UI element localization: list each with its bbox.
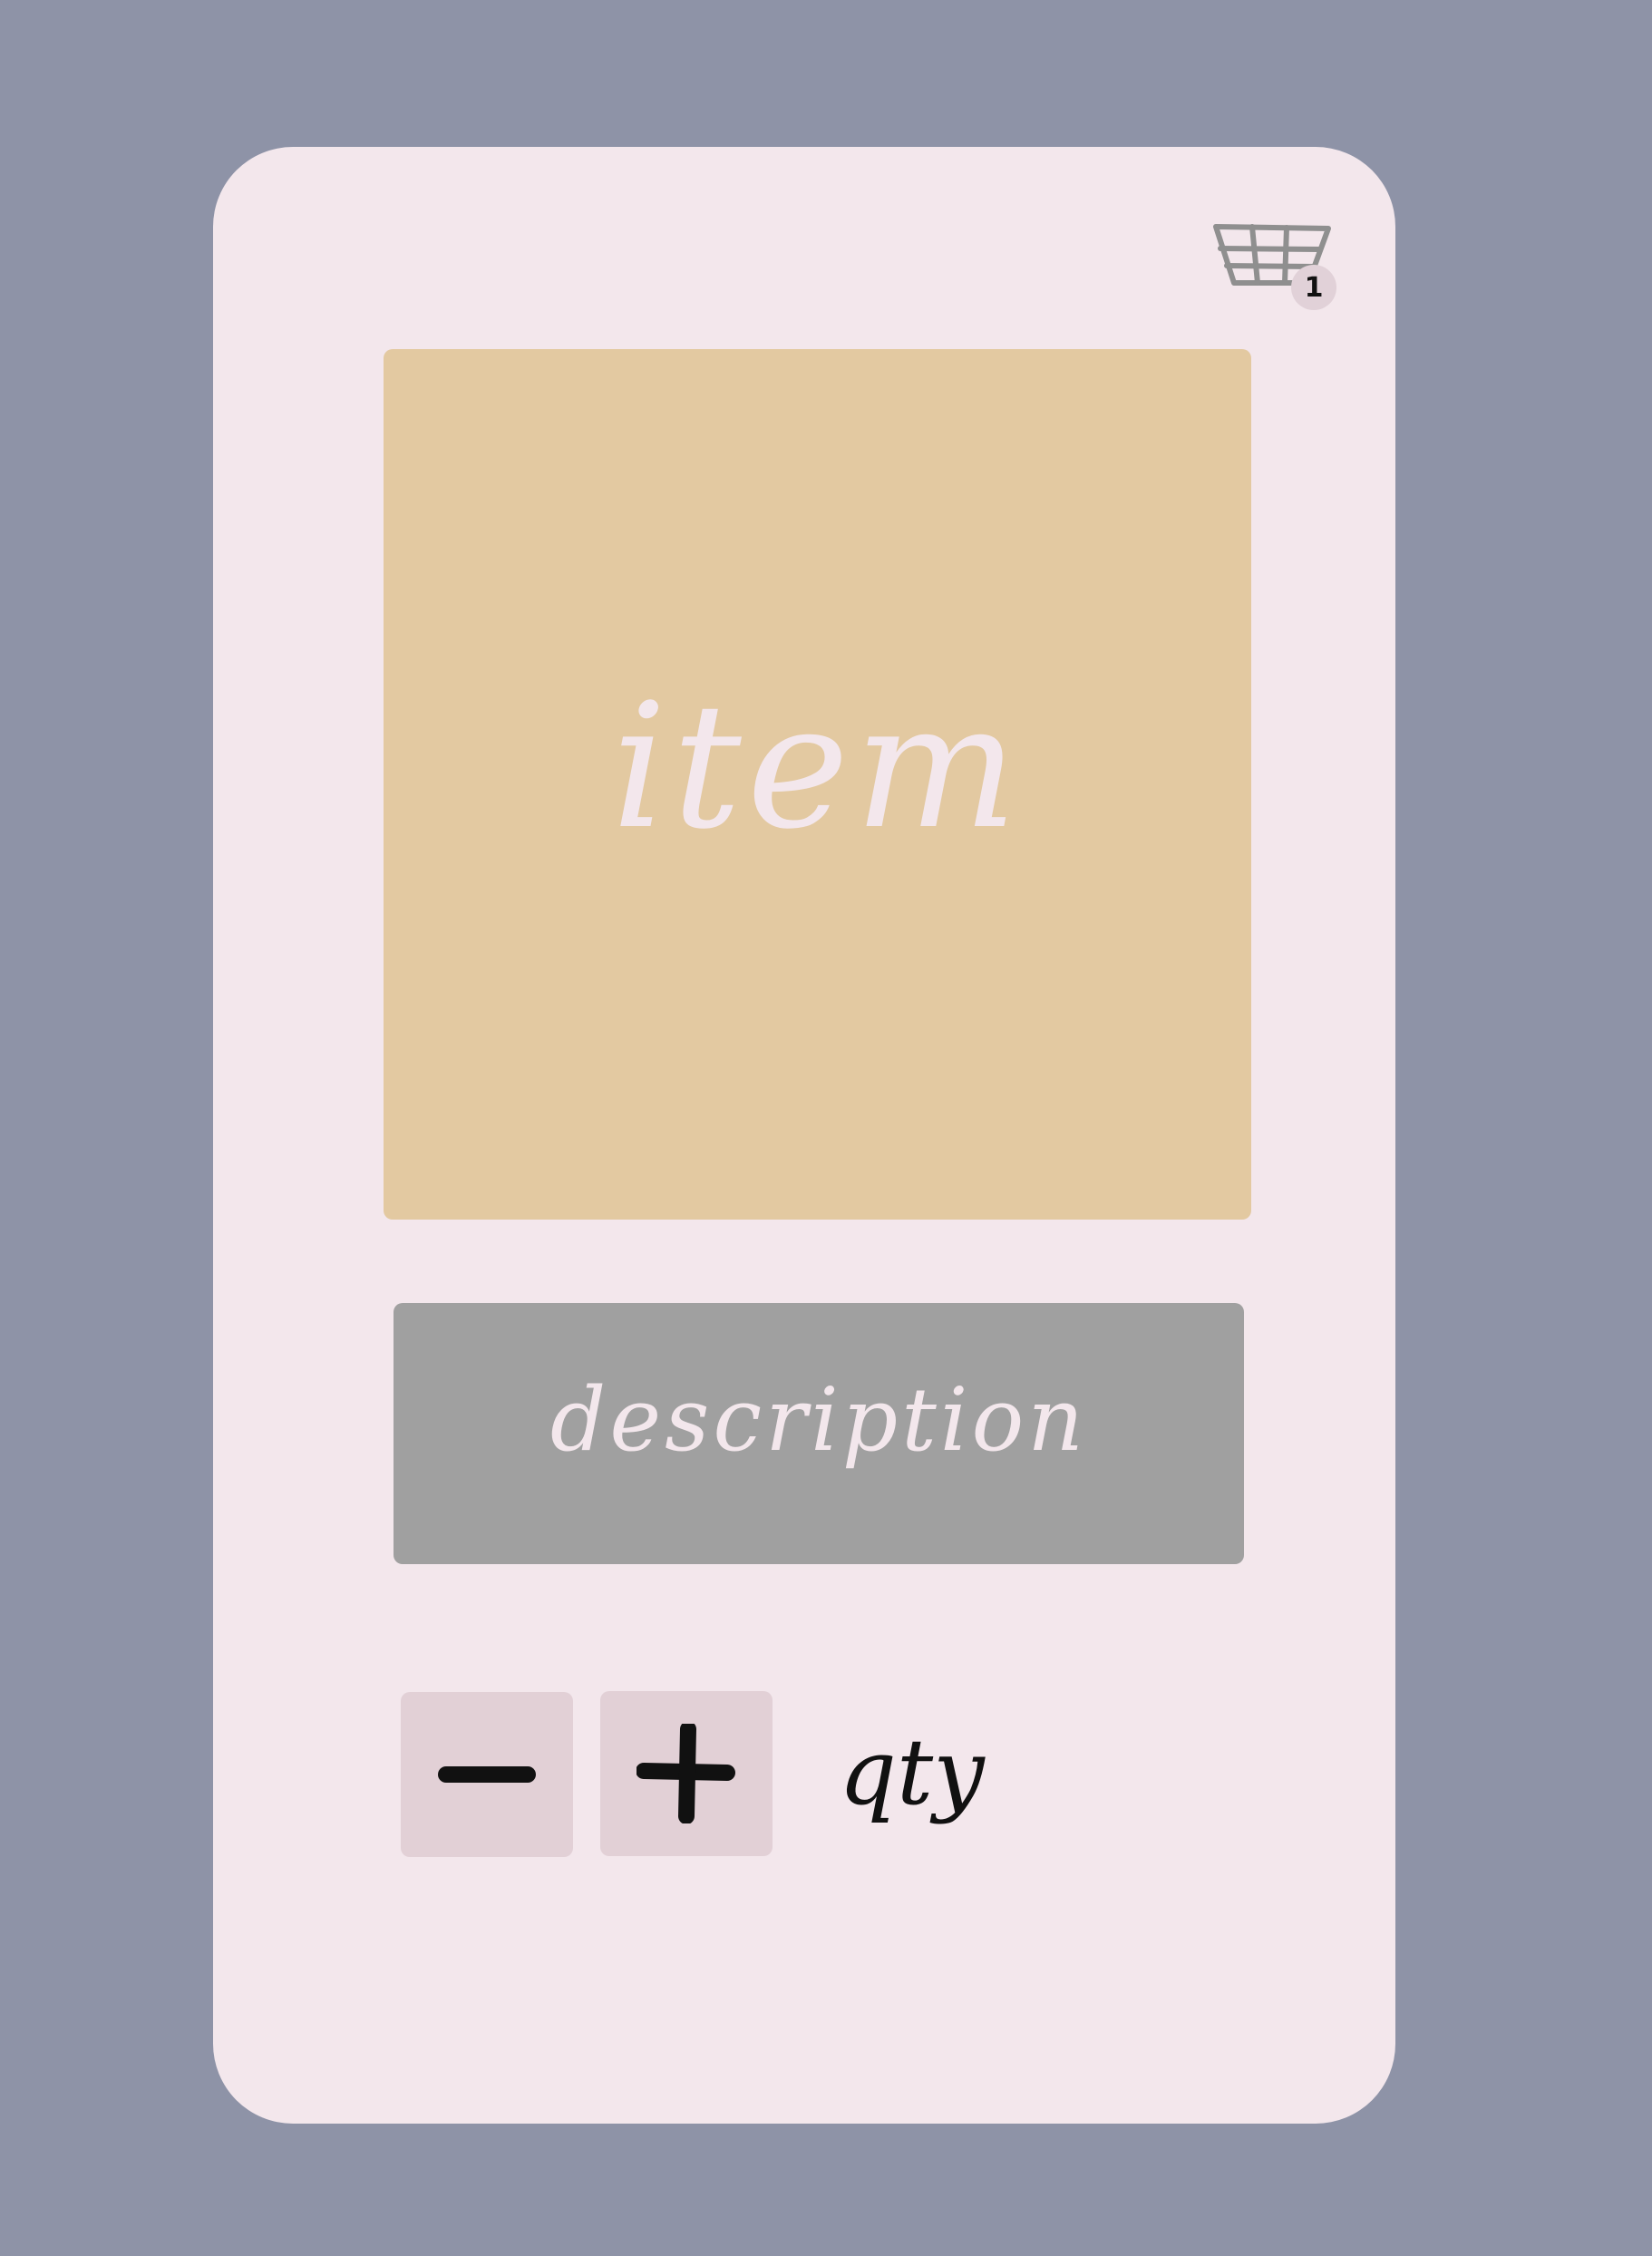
item-description: description	[394, 1303, 1244, 1564]
item-image-label: item	[611, 666, 1024, 867]
plus-icon	[637, 1724, 735, 1823]
item-image: item	[384, 349, 1251, 1220]
decrease-quantity-button[interactable]	[401, 1692, 573, 1857]
cart-count-badge: 1	[1291, 265, 1336, 310]
quantity-label: qty	[839, 1719, 985, 1825]
item-description-label: description	[549, 1369, 1088, 1471]
minus-icon	[438, 1766, 536, 1783]
increase-quantity-button[interactable]	[600, 1691, 773, 1856]
